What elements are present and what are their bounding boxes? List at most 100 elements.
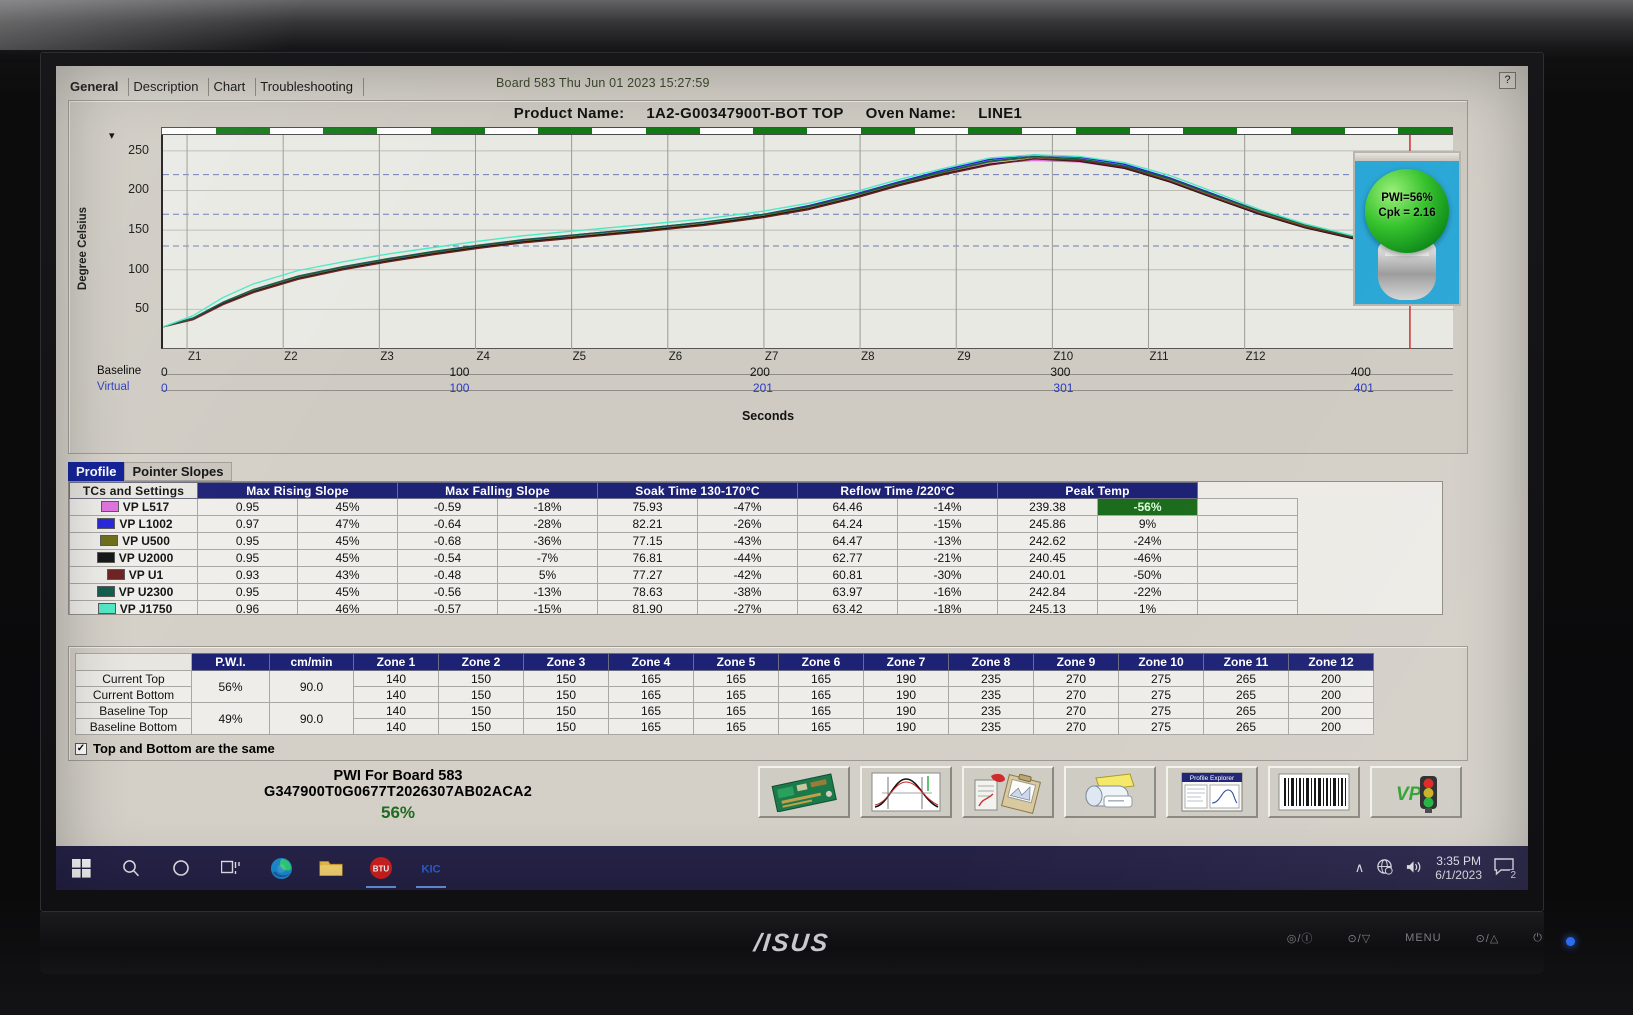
barcode-icon-button[interactable] xyxy=(1268,766,1360,818)
zone-setpoint-cell[interactable]: 270 xyxy=(1033,670,1119,687)
metric-percent: -13% xyxy=(897,532,999,550)
zone-setpoint-cell[interactable]: 140 xyxy=(353,702,439,719)
zone-setpoint-cell[interactable]: 150 xyxy=(438,686,524,703)
zone-setpoint-cell[interactable]: 270 xyxy=(1033,702,1119,719)
zone-setpoint-cell[interactable]: 150 xyxy=(523,686,609,703)
zone-setpoint-cell[interactable]: 165 xyxy=(608,718,694,735)
monitor-osd-button[interactable]: ⏻ xyxy=(1533,932,1543,945)
zone-setpoint-cell[interactable]: 165 xyxy=(778,686,864,703)
zone-setpoint-cell[interactable]: 265 xyxy=(1203,686,1289,703)
profile-chart[interactable] xyxy=(161,135,1455,349)
zone-setpoint-cell[interactable]: 150 xyxy=(523,670,609,687)
monitor-osd-button[interactable]: ⊙/△ xyxy=(1476,932,1500,945)
traffic-light-icon-button[interactable]: VP xyxy=(1370,766,1462,818)
monitor-osd-button[interactable]: ⊙/▽ xyxy=(1347,932,1371,945)
zone-setpoint-cell[interactable]: 190 xyxy=(863,686,949,703)
network-icon[interactable] xyxy=(1376,858,1393,878)
start-button[interactable] xyxy=(56,846,106,890)
zone-setpoint-cell[interactable]: 165 xyxy=(608,670,694,687)
table-row[interactable]: VP L1002 0.97 47% -0.64 -28% 82.21 -26% 64.24 -1… xyxy=(69,515,1442,533)
monitor-osd-button[interactable]: MENU xyxy=(1405,932,1441,944)
tray-chevron-icon[interactable]: ∧ xyxy=(1355,860,1365,876)
zone-setpoint-cell[interactable]: 275 xyxy=(1118,702,1204,719)
zone-setpoint-cell[interactable]: 165 xyxy=(693,718,779,735)
zone-setpoint-cell[interactable]: 235 xyxy=(948,686,1034,703)
explorer-app[interactable] xyxy=(306,846,356,890)
monitor-osd-buttons[interactable]: ◎/Ⓘ ⊙/▽ MENU ⊙/△ ⏻ xyxy=(1287,930,1543,946)
zone-setpoint-cell[interactable]: 190 xyxy=(863,718,949,735)
zone-setpoint-cell[interactable]: 275 xyxy=(1118,718,1204,735)
tab-profile[interactable]: Profile xyxy=(68,462,125,481)
profile-curve-icon-button[interactable] xyxy=(860,766,952,818)
table-row[interactable]: VP J1750 0.96 46% -0.57 -15% 81.90 -27% 63.42 -1… xyxy=(69,600,1442,614)
printer-icon-button[interactable] xyxy=(1064,766,1156,818)
tab-general[interactable]: General xyxy=(66,78,130,96)
zone-setpoint-cell[interactable]: 165 xyxy=(693,686,779,703)
pwi-summary: PWI For Board 583 G347900T0G0677T2026307… xyxy=(218,768,578,823)
zone-setpoint-cell[interactable]: 200 xyxy=(1288,702,1374,719)
zone-setpoint-cell[interactable]: 235 xyxy=(948,670,1034,687)
btu-app[interactable]: BTU xyxy=(356,846,406,890)
zone-setpoint-cell[interactable]: 165 xyxy=(778,702,864,719)
zone-setpoint-cell[interactable]: 265 xyxy=(1203,718,1289,735)
tab-troubleshooting[interactable]: Troubleshooting xyxy=(256,78,364,96)
zone-setpoint-cell[interactable]: 165 xyxy=(693,670,779,687)
zone-setpoint-cell[interactable]: 190 xyxy=(863,702,949,719)
zone-setpoint-cell[interactable]: 165 xyxy=(778,718,864,735)
table-row[interactable]: VP U2300 0.95 45% -0.56 -13% 78.63 -38% 63.97 -1… xyxy=(69,583,1442,601)
zone-setpoint-cell[interactable]: 235 xyxy=(948,702,1034,719)
search-button[interactable] xyxy=(106,846,156,890)
zone-setpoint-cell[interactable]: 165 xyxy=(608,686,694,703)
zone-setpoint-cell[interactable]: 140 xyxy=(353,718,439,735)
cortana-button[interactable] xyxy=(156,846,206,890)
zone-setpoint-cell[interactable]: 235 xyxy=(948,718,1034,735)
scroll-caret-icon[interactable]: ▾ xyxy=(109,129,115,142)
profile-table-scroll[interactable]: TCs and Settings Max Rising Slope Max Fall… xyxy=(68,481,1443,615)
zone-setpoint-cell[interactable]: 200 xyxy=(1288,670,1374,687)
product-name-label: Product Name: xyxy=(513,105,625,122)
zone-setpoint-cell[interactable]: 190 xyxy=(863,670,949,687)
zone-setpoint-cell[interactable]: 270 xyxy=(1033,718,1119,735)
table-row[interactable]: Baseline Top 49% 90.0 140 150 150 165 165 165 190… xyxy=(75,702,1374,735)
zone-setpoint-cell[interactable]: 265 xyxy=(1203,670,1289,687)
table-row[interactable]: VP U2000 0.95 45% -0.54 -7% 76.81 -44% 62.77 -21… xyxy=(69,549,1442,567)
volume-icon[interactable] xyxy=(1405,859,1423,878)
zone-setpoint-cell[interactable]: 150 xyxy=(438,702,524,719)
edge-app[interactable] xyxy=(256,846,306,890)
profile-explorer-icon-button[interactable]: Profile Explorer xyxy=(1166,766,1258,818)
zone-setpoint-cell[interactable]: 265 xyxy=(1203,702,1289,719)
pcb-board-icon-button[interactable] xyxy=(758,766,850,818)
clock[interactable]: 3:35 PM 6/1/2023 xyxy=(1435,854,1482,882)
zone-setpoint-cell[interactable]: 150 xyxy=(523,702,609,719)
tab-pointer-slopes[interactable]: Pointer Slopes xyxy=(124,462,232,481)
table-row[interactable]: VP L517 0.95 45% -0.59 -18% 75.93 -47% 64.46 -14… xyxy=(69,498,1442,516)
table-row[interactable]: Current Top 56% 90.0 140 150 150 165 165 165 190 2… xyxy=(75,670,1374,703)
kic-app[interactable]: KIC xyxy=(406,846,456,890)
zone-setpoint-cell[interactable]: 200 xyxy=(1288,686,1374,703)
table-row[interactable]: VP U500 0.95 45% -0.68 -36% 77.15 -43% 64.47 -13… xyxy=(69,532,1442,550)
monitor-osd-button[interactable]: ◎/Ⓘ xyxy=(1287,930,1314,946)
help-button[interactable]: ? xyxy=(1499,72,1516,89)
zone-setpoint-cell[interactable]: 270 xyxy=(1033,686,1119,703)
notifications-button[interactable]: 2 xyxy=(1494,857,1516,881)
zone-setpoint-cell[interactable]: 140 xyxy=(353,686,439,703)
tab-chart[interactable]: Chart xyxy=(209,78,257,96)
zone-setpoint-cell[interactable]: 275 xyxy=(1118,686,1204,703)
pwi-gauge[interactable]: PWI=56% Cpk = 2.16 xyxy=(1353,151,1461,306)
zone-setpoint-cell[interactable]: 150 xyxy=(438,718,524,735)
zone-setpoint-cell[interactable]: 165 xyxy=(693,702,779,719)
zone-setpoint-cell[interactable]: 150 xyxy=(523,718,609,735)
tab-description[interactable]: Description xyxy=(129,78,210,96)
top-bottom-same-checkbox-row[interactable]: ✓ Top and Bottom are the same xyxy=(75,741,275,756)
zone-setpoint-cell[interactable]: 165 xyxy=(608,702,694,719)
zone-setpoint-cell[interactable]: 150 xyxy=(438,670,524,687)
taskview-button[interactable] xyxy=(206,846,256,890)
table-row[interactable]: VP U1 0.93 43% -0.48 5% 77.27 -42% 60.81 -30% 240… xyxy=(69,566,1442,584)
zone-setpoint-cell[interactable]: 275 xyxy=(1118,670,1204,687)
zone-setpoint-cell[interactable]: 140 xyxy=(353,670,439,687)
zone-setpoint-cell[interactable]: 200 xyxy=(1288,718,1374,735)
clipboard-icon-button[interactable] xyxy=(962,766,1054,818)
zone-setpoint-cell[interactable]: 165 xyxy=(778,670,864,687)
spacer-cell xyxy=(1197,600,1299,614)
top-bottom-same-checkbox[interactable]: ✓ xyxy=(75,742,87,755)
